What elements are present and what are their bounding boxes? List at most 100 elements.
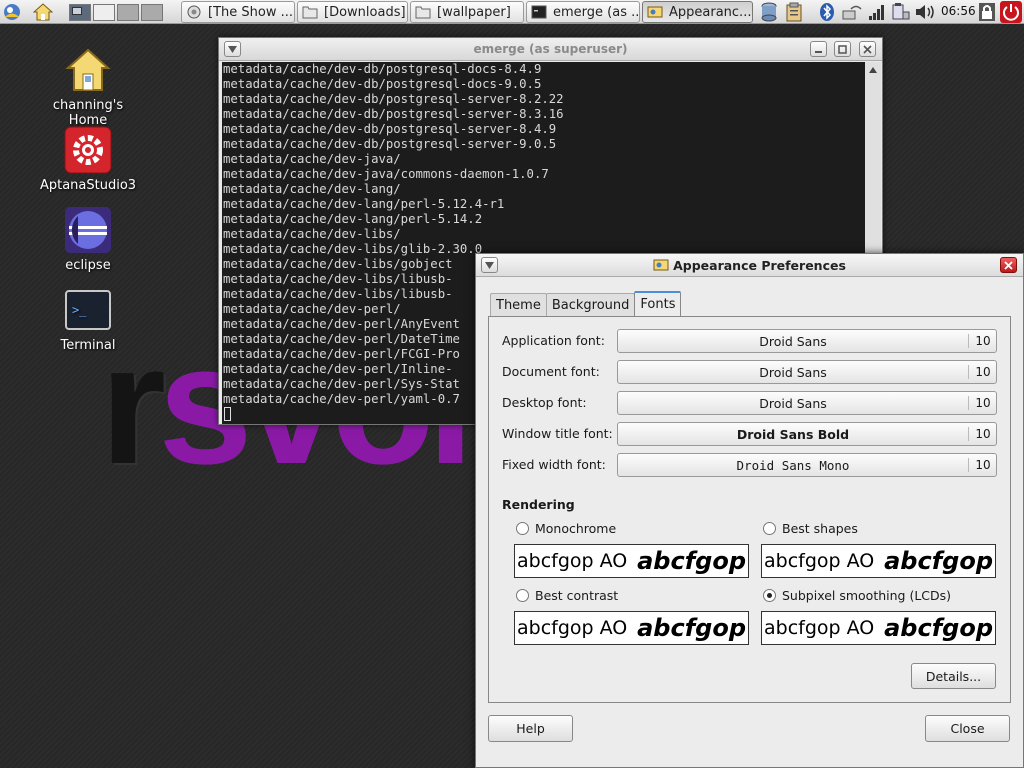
terminal-line: metadata/cache/dev-lang/: [223, 182, 401, 196]
terminal-line: metadata/cache/dev-db/postgresql-server-…: [223, 107, 564, 121]
radio-monochrome[interactable]: Monochrome: [516, 521, 616, 536]
window-title-font-button[interactable]: Droid Sans Bold 10: [617, 422, 997, 446]
dialog-titlebar[interactable]: Appearance Preferences: [476, 254, 1023, 277]
radio-button[interactable]: [516, 589, 529, 602]
font-name: Droid Sans: [759, 365, 827, 380]
terminal-title: emerge (as superuser): [473, 42, 628, 56]
terminal-line: metadata/cache/dev-db/postgresql-server-…: [223, 122, 557, 136]
font-label: Document font:: [502, 364, 600, 379]
folder-icon: [415, 6, 431, 19]
network-icon[interactable]: [841, 1, 863, 23]
terminal-line: metadata/cache/dev-libs/: [223, 227, 401, 241]
radio-button[interactable]: [516, 522, 529, 535]
font-label: Application font:: [502, 333, 605, 348]
home-folder-icon: [64, 46, 112, 94]
eclipse-icon: [64, 206, 112, 254]
top-panel: [The Show ... [Downloads] [wallpaper] em…: [0, 0, 1024, 24]
font-label: Window title font:: [502, 426, 613, 441]
workspace-3[interactable]: [117, 4, 139, 21]
disk-icon[interactable]: [758, 1, 780, 23]
desktop-icon-home[interactable]: channing's Home: [33, 46, 143, 128]
desktop-icon-label: eclipse: [65, 258, 111, 273]
terminal-line: metadata/cache/dev-java/: [223, 152, 401, 166]
font-row-application: Application font: Droid Sans 10: [502, 329, 997, 353]
radio-button[interactable]: [763, 522, 776, 535]
minimize-button[interactable]: [810, 41, 827, 57]
font-name: Droid Sans Mono: [736, 458, 850, 473]
workspace-4[interactable]: [141, 4, 163, 21]
close-icon: [1004, 260, 1013, 270]
application-font-button[interactable]: Droid Sans 10: [617, 329, 997, 353]
radio-best-contrast[interactable]: Best contrast: [516, 588, 618, 603]
appearance-icon: [653, 259, 669, 271]
power-icon[interactable]: [1000, 1, 1022, 23]
signal-strength-icon[interactable]: [866, 1, 888, 23]
task-button-appearance[interactable]: Appearanc...: [642, 1, 753, 23]
lock-screen-icon[interactable]: [976, 1, 998, 23]
fixed-width-font-button[interactable]: Droid Sans Mono 10: [617, 453, 997, 477]
desktop-font-button[interactable]: Droid Sans 10: [617, 391, 997, 415]
help-button[interactable]: Help: [488, 715, 573, 742]
desktop-icon-aptana[interactable]: AptanaStudio3: [33, 126, 143, 193]
terminal-line: metadata/cache/dev-db/postgresql-server-…: [223, 92, 564, 106]
document-font-button[interactable]: Droid Sans 10: [617, 360, 997, 384]
maximize-button[interactable]: [834, 41, 851, 57]
tab-theme[interactable]: Theme: [490, 293, 547, 316]
font-size: 10: [968, 365, 997, 379]
workspace-2[interactable]: [93, 4, 115, 21]
radio-best-shapes[interactable]: Best shapes: [763, 521, 858, 536]
tab-fonts[interactable]: Fonts: [634, 291, 682, 316]
font-row-window-title: Window title font: Droid Sans Bold 10: [502, 422, 997, 446]
desktop-icon-label: Terminal: [60, 338, 116, 353]
terminal-line: metadata/cache/dev-lang/perl-5.14.2: [223, 212, 483, 226]
desktop-icon-terminal[interactable]: >_ Terminal: [33, 286, 143, 353]
aptana-gear-icon: [64, 126, 112, 174]
browser-icon: [187, 5, 201, 19]
clipboard-icon[interactable]: [783, 1, 805, 23]
font-row-document: Document font: Droid Sans 10: [502, 360, 997, 384]
rendering-heading: Rendering: [502, 497, 575, 512]
details-button[interactable]: Details...: [911, 663, 996, 689]
terminal-titlebar[interactable]: emerge (as superuser): [219, 38, 882, 61]
app-menu-icon[interactable]: [1, 1, 23, 23]
bluetooth-icon[interactable]: [816, 1, 838, 23]
font-row-fixed-width: Fixed width font: Droid Sans Mono 10: [502, 453, 997, 477]
font-row-desktop: Desktop font: Droid Sans 10: [502, 391, 997, 415]
home-icon[interactable]: [32, 1, 54, 23]
radio-subpixel-smoothing[interactable]: Subpixel smoothing (LCDs): [763, 588, 951, 603]
sample-best-shapes[interactable]: abcfgop AO abcfgop: [761, 544, 996, 578]
sample-best-contrast[interactable]: abcfgop AO abcfgop: [514, 611, 749, 645]
folder-icon: [302, 6, 318, 19]
tab-background[interactable]: Background: [545, 293, 636, 316]
task-button-emerge[interactable]: emerge (as ...: [526, 1, 640, 23]
terminal-line: metadata/cache/dev-db/postgresql-docs-9.…: [223, 77, 542, 91]
appearance-preferences-dialog: Appearance Preferences Theme Background …: [475, 253, 1024, 768]
terminal-line: metadata/cache/dev-db/postgresql-server-…: [223, 137, 557, 151]
sample-subpixel-smoothing[interactable]: abcfgop AO abcfgop: [761, 611, 996, 645]
task-button-wallpaper[interactable]: [wallpaper]: [410, 1, 524, 23]
workspace-window-thumb: [72, 7, 82, 15]
close-button[interactable]: [859, 41, 876, 57]
terminal-line: metadata/cache/dev-java/commons-daemon-1…: [223, 167, 549, 181]
radio-button-selected[interactable]: [763, 589, 776, 602]
desktop-icon-label: AptanaStudio3: [39, 178, 137, 193]
terminal-icon: >_: [64, 286, 112, 334]
close-dialog-button[interactable]: Close: [925, 715, 1010, 742]
task-button-browser[interactable]: [The Show ...: [181, 1, 295, 23]
volume-icon[interactable]: [914, 1, 936, 23]
task-button-downloads[interactable]: [Downloads]: [297, 1, 408, 23]
minimize-icon: [815, 50, 822, 53]
font-size: 10: [968, 334, 997, 348]
font-size: 10: [968, 427, 997, 441]
close-icon: [863, 44, 872, 54]
sample-monochrome[interactable]: abcfgop AO abcfgop: [514, 544, 749, 578]
fonts-panel: Application font: Droid Sans 10 Document…: [488, 316, 1011, 703]
scroll-up-arrow-icon[interactable]: [865, 64, 881, 76]
svg-text:>_: >_: [72, 303, 87, 317]
workspace-1[interactable]: [69, 4, 91, 21]
desktop-icon-eclipse[interactable]: eclipse: [33, 206, 143, 273]
battery-icon[interactable]: [890, 1, 912, 23]
panel-clock[interactable]: 06:56: [941, 4, 976, 18]
font-name: Droid Sans Bold: [736, 427, 850, 442]
close-button[interactable]: [1000, 257, 1017, 273]
